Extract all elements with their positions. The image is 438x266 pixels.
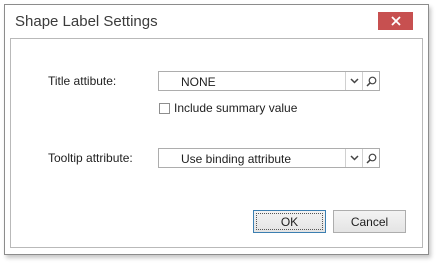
title-attribute-label: Title attibute:	[48, 74, 117, 88]
title-attribute-combobox[interactable]: NONE	[158, 71, 380, 91]
dialog-titlebar: Shape Label Settings	[5, 5, 428, 37]
tooltip-attribute-dropdown-button[interactable]	[345, 149, 362, 167]
dialog-title: Shape Label Settings	[15, 13, 158, 30]
dialog-content-panel: Title attibute: NONE Include summary val…	[10, 38, 423, 248]
include-summary-row: Include summary value	[159, 101, 297, 115]
chevron-down-icon	[349, 78, 359, 84]
search-icon	[365, 153, 376, 164]
include-summary-checkbox[interactable]	[159, 102, 170, 114]
shape-label-settings-dialog: Shape Label Settings Title attibute: NON…	[4, 4, 429, 255]
tooltip-attribute-label: Tooltip attribute:	[48, 151, 133, 165]
search-icon	[365, 76, 376, 87]
cancel-button-label: Cancel	[350, 214, 389, 229]
close-button[interactable]	[378, 12, 413, 30]
tooltip-attribute-combobox[interactable]: Use binding attribute	[158, 148, 380, 168]
chevron-down-icon	[349, 155, 359, 161]
title-attribute-dropdown-button[interactable]	[345, 72, 362, 90]
tooltip-attribute-search-button[interactable]	[362, 149, 379, 167]
title-attribute-value: NONE	[181, 75, 216, 89]
ok-button-label: OK	[280, 214, 299, 229]
cancel-button[interactable]: Cancel	[333, 210, 406, 233]
tooltip-attribute-value: Use binding attribute	[181, 152, 292, 166]
title-attribute-search-button[interactable]	[362, 72, 379, 90]
close-icon	[390, 16, 401, 26]
include-summary-label[interactable]: Include summary value	[174, 101, 297, 115]
ok-button[interactable]: OK	[253, 210, 326, 233]
